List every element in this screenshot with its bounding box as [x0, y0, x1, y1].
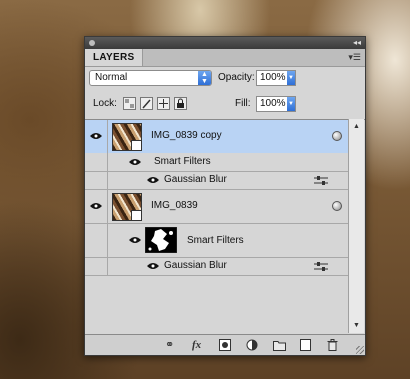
smart-filters-row[interactable]: Smart Filters [85, 223, 348, 258]
tab-bar: LAYERS ▾☰ [85, 49, 365, 67]
lock-all-icon[interactable] [174, 97, 187, 110]
blending-options-icon[interactable] [314, 176, 328, 185]
layer-row[interactable]: IMG_0839 copy [85, 120, 348, 154]
layer-options-icon[interactable] [332, 131, 342, 141]
filter-name: Gaussian Blur [164, 260, 227, 271]
panel-menu-icon[interactable]: ▾☰ [348, 52, 361, 62]
fill-value: 100% [260, 98, 286, 109]
smart-filters-row[interactable]: Smart Filters [85, 153, 348, 172]
blend-row: Normal ▲ ▼ Opacity: 100% ▼ [85, 67, 365, 91]
layer-options-icon[interactable] [332, 201, 342, 211]
smart-object-icon [131, 140, 142, 151]
link-icon[interactable]: ⚭ [165, 339, 174, 351]
panel-footer: ⚭ fx [85, 334, 365, 355]
opacity-label: Opacity: [218, 72, 255, 83]
folder-icon[interactable] [273, 339, 286, 351]
blending-options-icon[interactable] [314, 262, 328, 271]
eye-icon[interactable] [90, 202, 102, 210]
panel-title-bar[interactable]: ◂◂ [85, 37, 365, 49]
filter-name: Gaussian Blur [164, 174, 227, 185]
chevron-down-icon[interactable]: ▼ [287, 97, 295, 111]
layer-thumbnail [112, 123, 142, 151]
smart-filters-label: Smart Filters [187, 235, 244, 246]
new-layer-icon[interactable] [300, 339, 311, 351]
lock-row: Lock: Fill: 100% ▼ [85, 93, 365, 117]
scroll-down-icon[interactable]: ▼ [353, 322, 360, 329]
filter-mask-thumbnail[interactable] [145, 227, 177, 253]
lock-brush-icon[interactable] [140, 97, 153, 110]
layer-list-scrollbar[interactable]: ▲ ▼ [348, 119, 364, 333]
eye-icon[interactable] [129, 236, 141, 244]
eye-icon[interactable] [90, 132, 102, 140]
layer-name[interactable]: IMG_0839 [151, 200, 198, 211]
smart-filters-label: Smart Filters [154, 156, 211, 167]
chevron-down-icon[interactable]: ▼ [287, 71, 295, 85]
mask-icon[interactable] [219, 339, 231, 351]
opacity-value: 100% [260, 72, 286, 83]
trash-icon[interactable] [327, 339, 338, 351]
layer-row[interactable]: IMG_0839 [85, 190, 348, 224]
blend-mode-select[interactable]: Normal ▲ ▼ [89, 70, 212, 86]
lock-transparency-icon[interactable] [123, 97, 136, 110]
lock-move-icon[interactable] [157, 97, 170, 110]
fill-field[interactable]: 100% ▼ [256, 96, 296, 112]
opacity-field[interactable]: 100% ▼ [256, 70, 296, 86]
eye-icon[interactable] [147, 176, 159, 184]
resize-grip-icon[interactable] [356, 346, 364, 354]
layer-name[interactable]: IMG_0839 copy [151, 130, 222, 141]
collapse-icon[interactable]: ◂◂ [353, 37, 361, 49]
tab-layers[interactable]: LAYERS [85, 49, 144, 66]
filter-row[interactable]: Gaussian Blur [85, 171, 348, 190]
fx-icon[interactable]: fx [192, 339, 201, 351]
eye-icon[interactable] [129, 158, 141, 166]
close-dot-icon[interactable] [89, 40, 95, 46]
fill-label: Fill: [235, 98, 251, 109]
adjustment-icon[interactable] [246, 339, 258, 351]
lock-label: Lock: [93, 98, 117, 109]
blend-mode-value: Normal [95, 72, 128, 83]
layers-panel: ◂◂ LAYERS ▾☰ Normal ▲ ▼ Opacity: 100% ▼ L… [84, 36, 366, 356]
filter-row[interactable]: Gaussian Blur [85, 257, 348, 276]
eye-icon[interactable] [147, 262, 159, 270]
layer-thumbnail [112, 193, 142, 221]
smart-object-icon [131, 210, 142, 221]
scroll-up-icon[interactable]: ▲ [353, 123, 360, 130]
chevron-updown-icon: ▲ ▼ [198, 71, 211, 85]
layer-list: IMG_0839 copy Smart Filters Gaussian Blu… [85, 119, 365, 334]
